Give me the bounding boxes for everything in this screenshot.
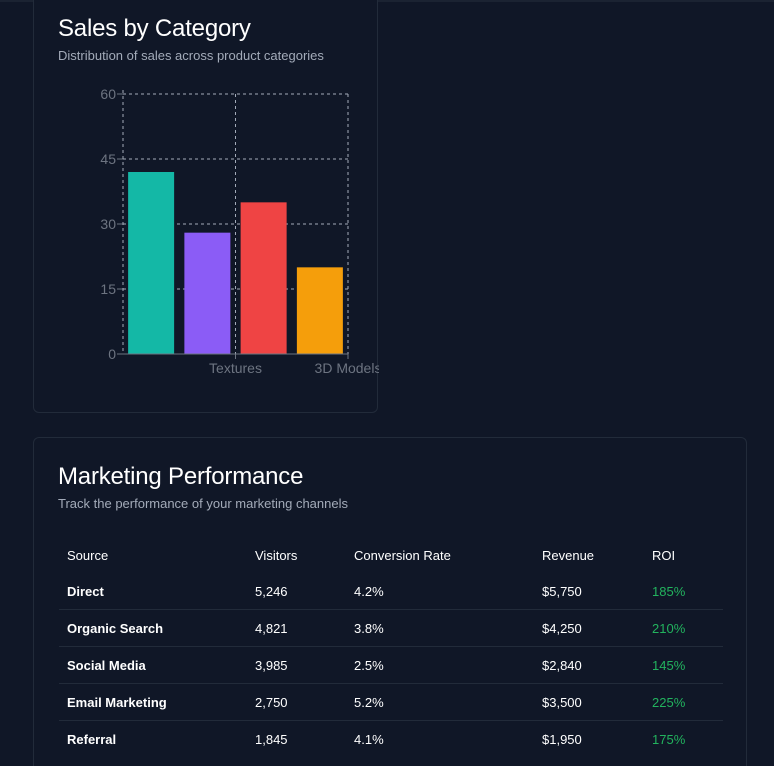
sales-by-category-card: Sales by Category Distribution of sales … [33,0,379,413]
cell-conversion-rate: 2.5% [346,646,534,684]
y-tick-label: 0 [108,346,116,362]
cell-conversion-rate: 5.2% [346,683,534,721]
cell-source: Social Media [59,646,247,684]
cell-source: Direct [67,583,104,599]
y-tick-label: 45 [100,151,116,167]
cell-revenue: $5,750 [542,583,582,599]
cell-roi: 185% [652,583,686,599]
bar [240,202,287,354]
table-row[interactable]: Referral 1,845 4.1% $1,950 175% [59,720,723,757]
column-header-source[interactable]: Source [59,537,247,573]
marketing-table: Source Visitors Conversion Rate Revenue … [59,537,723,757]
cell-visitors: 1,845 [247,720,346,757]
cell-visitors: 3,985 [247,646,346,684]
marketing-card-subtitle: Track the performance of your marketing … [58,496,348,511]
cell-revenue: $4,250 [534,609,644,647]
table-row[interactable]: Social Media 3,985 2.5% $2,840 145% [59,646,723,684]
table-header-row: Source Visitors Conversion Rate Revenue … [59,537,723,573]
column-header-revenue[interactable]: Revenue [534,537,644,573]
cell-visitors: 5,246 [255,583,288,599]
table-row[interactable]: Organic Search 4,821 3.8% $4,250 210% [59,609,723,647]
bar [128,172,175,354]
column-header-roi[interactable]: ROI [644,537,723,573]
bar [184,232,231,354]
x-tick-label: Textures [209,360,262,376]
marketing-card-title: Marketing Performance [58,463,304,490]
cell-conversion-rate: 4.1% [346,720,534,757]
cell-visitors: 4,821 [247,609,346,647]
cell-roi: 225% [644,683,723,721]
cell-source: Email Marketing [59,683,247,721]
table-row[interactable]: Direct 5,246 4.2% $5,750 185% [59,573,723,610]
y-tick-label: 30 [100,216,116,232]
cell-conversion-rate: 4.2% [354,583,384,599]
bar [296,267,343,354]
cell-source: Organic Search [59,609,247,647]
cell-roi: 175% [644,720,723,757]
cell-conversion-rate: 3.8% [346,609,534,647]
cell-visitors: 2,750 [247,683,346,721]
cell-revenue: $2,840 [534,646,644,684]
x-tick-label: 3D Models [315,360,379,376]
column-header-visitors[interactable]: Visitors [247,537,346,573]
dashboard-page: Sales by Category Distribution of sales … [0,0,774,766]
sales-bar-chart: 0 15 30 45 60 Textures 3D Models [100,86,379,376]
cell-roi: 210% [644,609,723,647]
column-header-conversion-rate[interactable]: Conversion Rate [346,537,534,573]
cell-revenue: $3,500 [534,683,644,721]
cell-revenue: $1,950 [534,720,644,757]
table-row[interactable]: Email Marketing 2,750 5.2% $3,500 225% [59,683,723,721]
marketing-performance-card: Marketing Performance Track the performa… [33,437,747,766]
y-tick-label: 60 [100,86,116,102]
cell-source: Referral [59,720,247,757]
cell-roi: 145% [644,646,723,684]
y-tick-label: 15 [100,281,116,297]
